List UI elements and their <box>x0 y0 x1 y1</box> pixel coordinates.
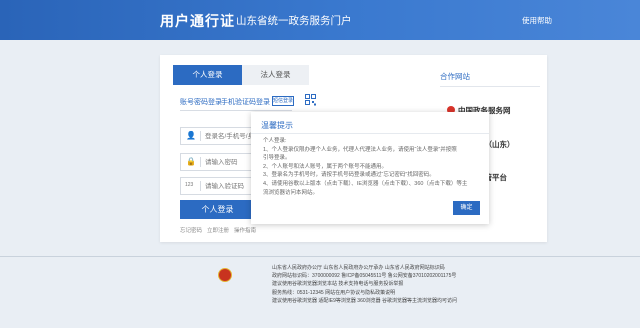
footer-line: 建议使用谷歌浏览器浏览本站 技术支持电话与服务投诉举报 <box>272 281 404 288</box>
notice-modal: 温馨提示 个人登录: 1、个人登录仅限办理个人业务，代理人代理法人业务，请使用“… <box>251 112 489 224</box>
modal-body: 个人登录: 1、个人登录仅限办理个人业务，代理人代理法人业务，请使用“法人登录”… <box>263 137 483 197</box>
modal-line: 4、请使用谷歌以上版本（点击下载）、IE浏览器（点击下载）、360（点击下载）等… <box>263 180 468 187</box>
footer-line: 山东省人民政府办公厅 山东省人民政府办公厅承办 山东省人民政府网站标识码 <box>272 265 445 271</box>
government-emblem-icon <box>218 268 232 282</box>
sms-login-badge[interactable]: 短信登录 <box>272 96 294 106</box>
login-method-underline <box>180 110 292 111</box>
modal-confirm-button[interactable]: 确定 <box>453 201 480 215</box>
qr-code-icon[interactable] <box>305 94 316 106</box>
portal-subtitle: 山东省统一政务服务门户 <box>236 15 352 27</box>
field-divider <box>200 131 201 141</box>
modal-line: 流浏览器访问本网站。 <box>263 189 319 196</box>
modal-title: 温馨提示 <box>261 121 293 130</box>
modal-divider <box>251 133 489 134</box>
modal-line: 1、个人登录仅限办理个人业务，代理人代理法人业务，请使用“法人登录”并按照 <box>263 146 457 153</box>
help-link[interactable]: 使用帮助 <box>522 15 552 26</box>
tab-personal-login[interactable]: 个人登录 <box>173 65 242 85</box>
field-divider <box>200 157 201 167</box>
lock-icon: 🔒 <box>186 157 196 166</box>
sms-login-option[interactable]: 手机验证码登录 <box>221 97 270 107</box>
register-link[interactable]: 立即注册 <box>207 228 229 234</box>
top-header: 用户通行证 山东省统一政务服务门户 使用帮助 <box>0 0 640 40</box>
user-icon: 👤 <box>186 131 196 140</box>
footer-line: 建议使用谷歌浏览器 适配IE9等浏览器 360浏览器 谷歌浏览器等主流浏览器均可… <box>272 297 458 304</box>
tab-legal-login[interactable]: 法人登录 <box>242 65 309 85</box>
partner-sites-title: 合作网站 <box>440 72 470 81</box>
captcha-icon: 123 <box>185 182 194 188</box>
modal-line: 个人登录: <box>263 138 287 144</box>
title-divider <box>229 13 230 26</box>
field-divider <box>200 181 201 191</box>
bottom-links: 忘记密码 立即注册 操作指南 <box>180 226 261 234</box>
personal-login-button[interactable]: 个人登录 <box>180 200 255 219</box>
forgot-password-link[interactable]: 忘记密码 <box>180 228 202 234</box>
footer-line: 政府网站标识码：3700000092 鲁ICP备05045511号 鲁公网安备3… <box>272 273 457 280</box>
portal-title: 用户通行证 <box>160 13 235 29</box>
footer-info: 山东省人民政府办公厅 山东省人民政府办公厅承办 山东省人民政府网站标识码 政府网… <box>272 264 457 305</box>
modal-line: 引导登录。 <box>263 155 291 162</box>
modal-line: 3、登录名为手机号时，请按手机号码登录或通过“忘记密码”找回密码。 <box>263 172 435 179</box>
guide-link[interactable]: 操作指南 <box>234 228 256 234</box>
footer-line: 服务热线：0531-12345 网站在用户协议与隐私政策说明 <box>272 289 396 296</box>
modal-line: 2、个人账号和法人账号，属于两个账号不能通用。 <box>263 163 388 170</box>
footer-divider <box>0 256 640 257</box>
password-login-option[interactable]: 账号密码登录 <box>180 97 222 107</box>
partner-sites-divider <box>440 86 540 87</box>
